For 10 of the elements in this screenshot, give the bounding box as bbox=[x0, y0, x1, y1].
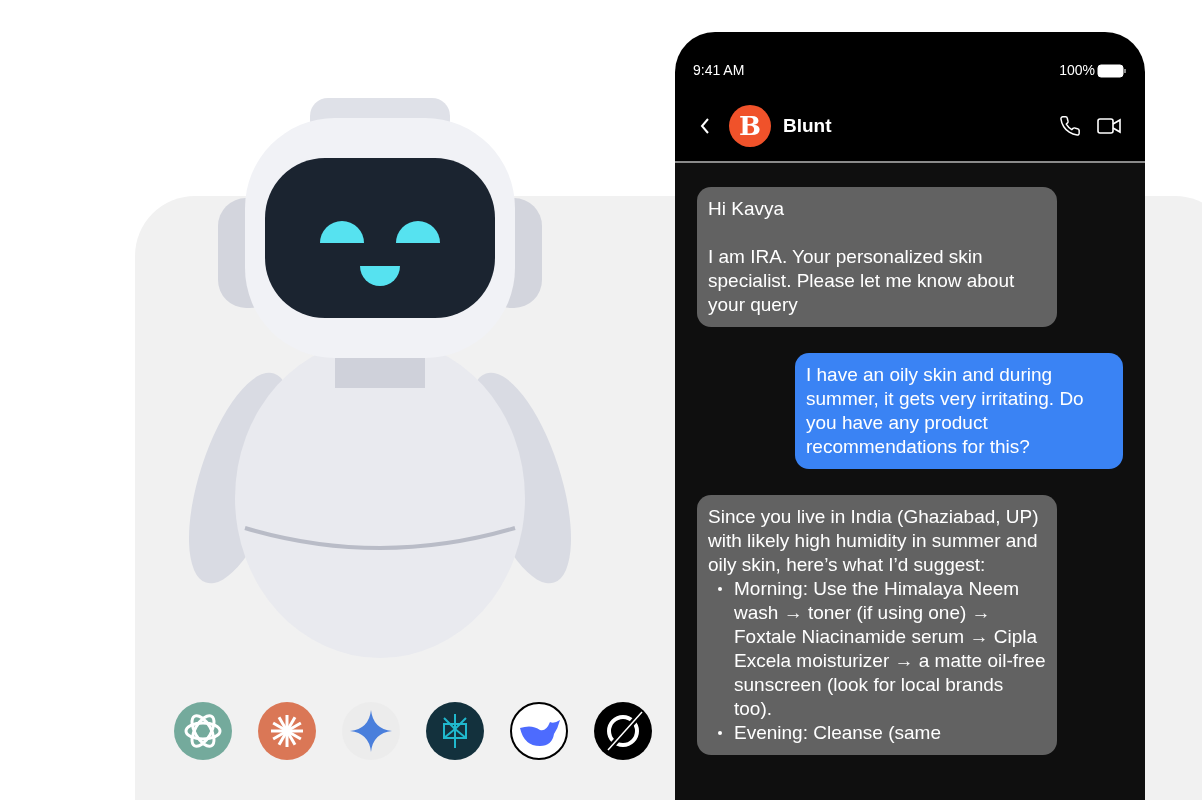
contact-name: Blunt bbox=[783, 113, 833, 138]
contact-avatar: B bbox=[729, 105, 771, 147]
message-text: I am IRA. Your personalized skin specialist. Please let me know about your query bbox=[708, 245, 1016, 317]
battery-percent: 100% bbox=[1059, 61, 1095, 80]
message-text: Morning: Use the Himalaya Neem wash → toner (if using one) → Foxtale Niacinamide serum → Cipla Excela moisturizer → a matte oil-free sunscreen (look for local brands too). bbox=[734, 577, 1046, 721]
message-text: Hi Kavya bbox=[708, 197, 786, 221]
message-text: Since you live in India (Ghaziabad, UP) with likely high humidity in summer and oily skin, here’s what I’d suggest: bbox=[708, 505, 1040, 577]
message-text: I have an oily skin and during summer, it gets very irritating. Do you have any product recommendations for this? bbox=[806, 363, 1085, 459]
message-text: Evening: Cleanse (same bbox=[734, 721, 941, 745]
status-time: 9:41 AM bbox=[693, 61, 745, 80]
